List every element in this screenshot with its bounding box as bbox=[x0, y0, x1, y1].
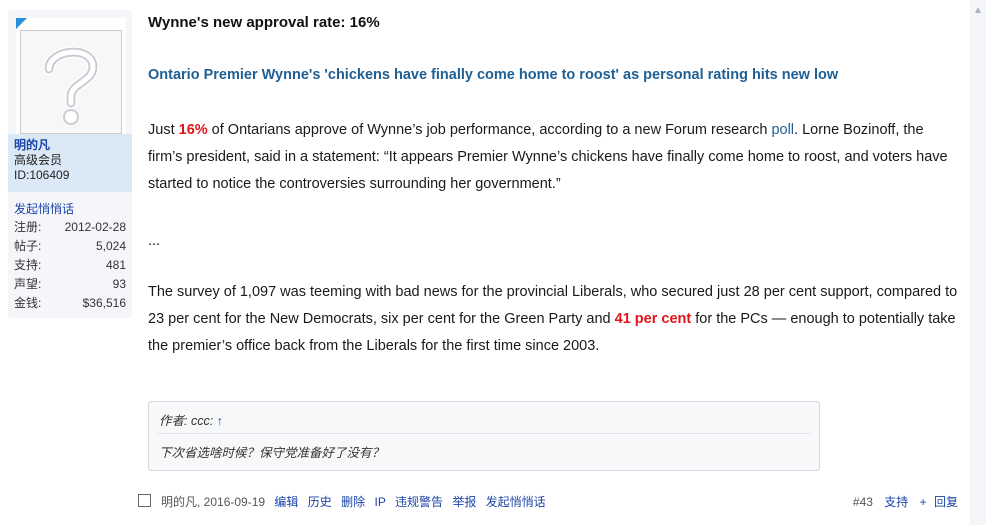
history-link[interactable]: 历史 bbox=[308, 495, 332, 509]
stat-registered: 注册: 2012-02-28 bbox=[14, 220, 126, 234]
paragraph-1: Just 16% of Ontarians approve of Wynne’s… bbox=[148, 122, 948, 192]
ip-link[interactable]: IP bbox=[374, 495, 385, 509]
scrollbar[interactable]: ▲ bbox=[970, 0, 986, 525]
stat-money: 金钱: $36,516 bbox=[14, 296, 126, 310]
highlight-16-percent: 16% bbox=[178, 122, 208, 138]
send-private-message-link[interactable]: 发起悄悄话 bbox=[14, 200, 74, 217]
post-number[interactable]: #43 bbox=[853, 495, 873, 509]
question-mark-icon bbox=[43, 46, 100, 125]
delete-link[interactable]: 删除 bbox=[341, 495, 365, 509]
ellipsis-text: ... bbox=[148, 233, 161, 249]
scroll-up-icon[interactable]: ▲ bbox=[973, 6, 983, 16]
private-message-link[interactable]: 发起悄悄话 bbox=[486, 495, 546, 509]
post-meta-and-actions: 明的凡, 2016-09-19 编辑 历史 删除 IP 违规警告 举报 发起悄悄… bbox=[161, 493, 546, 510]
post-footer-right: #43 支持 + 回复 bbox=[853, 493, 958, 510]
quote-author: 作者: ccc: ↑ bbox=[159, 414, 223, 428]
stat-reputation: 声望: 93 bbox=[14, 277, 126, 291]
select-post-checkbox[interactable] bbox=[138, 494, 151, 507]
avatar-frame bbox=[16, 18, 126, 142]
user-stats: 注册: 2012-02-28 帖子: 5,024 支持: 481 声望: 93 金钱: $… bbox=[14, 218, 126, 313]
stat-support: 支持: 481 bbox=[14, 258, 126, 272]
article-headline: Ontario Premier Wynne's 'chickens have f… bbox=[148, 67, 839, 83]
quote-text: 下次省选啥时候？保守党准备好了没有？ bbox=[159, 446, 385, 460]
paragraph-2: The survey of 1,097 was teeming with bad… bbox=[148, 284, 958, 354]
reply-link[interactable]: 回复 bbox=[934, 495, 958, 509]
support-link[interactable]: 支持 bbox=[884, 495, 908, 509]
post-title: Wynne's new approval rate: 16% bbox=[148, 14, 380, 31]
username[interactable]: 明的凡 bbox=[14, 138, 132, 153]
post-meta: 明的凡, 2016-09-19 bbox=[161, 495, 266, 509]
user-id: ID:106409 bbox=[14, 168, 70, 182]
signature-quote: 作者: ccc: ↑ 下次省选啥时候？保守党准备好了没有？ bbox=[148, 401, 820, 471]
user-info: 明的凡 高级会员 ID:106409 bbox=[8, 134, 132, 192]
up-arrow-icon[interactable]: ↑ bbox=[217, 414, 223, 428]
quote-divider bbox=[157, 433, 811, 434]
report-link[interactable]: 举报 bbox=[452, 495, 476, 509]
online-corner-marker bbox=[16, 18, 27, 29]
stat-posts: 帖子: 5,024 bbox=[14, 239, 126, 253]
plus-icon[interactable]: + bbox=[920, 495, 927, 509]
user-panel: 明的凡 高级会员 ID:106409 发起悄悄话 注册: 2012-02-28 帖… bbox=[8, 10, 132, 318]
avatar[interactable] bbox=[20, 30, 122, 134]
edit-link[interactable]: 编辑 bbox=[274, 495, 298, 509]
poll-link[interactable]: poll bbox=[771, 122, 794, 138]
user-group: 高级会员 bbox=[14, 153, 63, 167]
violation-warning-link[interactable]: 违规警告 bbox=[395, 495, 443, 509]
highlight-41-percent: 41 per cent bbox=[614, 311, 692, 327]
post-footer: 明的凡, 2016-09-19 编辑 历史 删除 IP 违规警告 举报 发起悄悄… bbox=[138, 493, 968, 511]
